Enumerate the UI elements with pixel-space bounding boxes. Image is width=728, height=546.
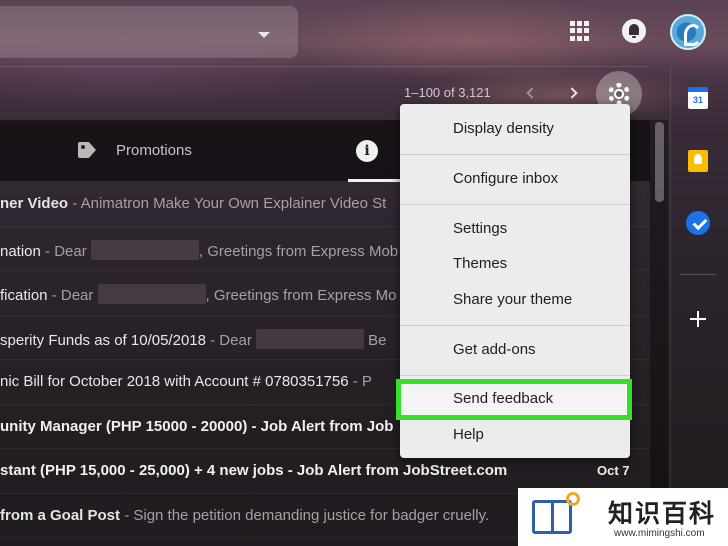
- lightbulb-icon: [566, 492, 580, 506]
- email-snippet: - P: [348, 373, 372, 390]
- menu-item-share-your-theme[interactable]: Share your theme: [453, 291, 572, 308]
- email-text: from a Goal Post - Sign the petition dem…: [0, 507, 489, 524]
- redacted-name: [97, 284, 206, 304]
- email-subject: unity Manager (PHP 15000 - 20000) - Job …: [0, 417, 394, 435]
- email-subject: nation: [0, 242, 41, 260]
- watermark-title: 知识百科: [608, 499, 717, 528]
- email-text: sperity Funds as of 10/05/2018 - Dear Be: [0, 328, 387, 349]
- email-subject: fication: [0, 287, 48, 304]
- menu-item-configure-inbox[interactable]: Configure inbox: [453, 170, 558, 187]
- email-sender: ner Video: [0, 195, 69, 212]
- scrollbar-thumb[interactable]: [655, 122, 664, 202]
- email-snippet: - Dear: [40, 242, 91, 260]
- pagination-range: 1–100 of 3,121: [404, 85, 491, 100]
- book-icon: [532, 500, 572, 534]
- email-snippet: - Dear: [205, 331, 256, 349]
- menu-divider: [400, 204, 630, 205]
- email-date: Oct 7: [597, 463, 630, 478]
- gear-icon: [608, 83, 630, 105]
- account-avatar[interactable]: [670, 14, 706, 50]
- redacted-name: [255, 328, 364, 349]
- email-snippet: Be: [363, 331, 387, 349]
- notifications-bell-icon[interactable]: [622, 19, 646, 43]
- search-options-caret-icon[interactable]: [258, 32, 270, 38]
- email-sender: from a Goal Post: [0, 506, 121, 524]
- redacted-name: [90, 239, 199, 260]
- email-snippet: - Sign the petition demanding justice fo…: [120, 506, 490, 524]
- side-panel: [670, 66, 728, 546]
- keep-icon[interactable]: [688, 150, 708, 172]
- email-snippet: , Greetings from Express Mob: [198, 242, 399, 260]
- email-snippet: , Greetings from Express Mo: [205, 287, 397, 304]
- email-subject: stant (PHP 15,000 - 25,000) + 4 new jobs…: [0, 462, 508, 479]
- side-panel-divider: [680, 274, 716, 275]
- email-text: ner Video - Animatron Make Your Own Expl…: [0, 195, 386, 212]
- menu-item-themes[interactable]: Themes: [453, 255, 507, 272]
- email-text: nation - Dear , Greetings from Express M…: [0, 239, 399, 260]
- calendar-icon[interactable]: 31: [688, 87, 708, 109]
- email-text: fication - Dear , Greetings from Express…: [0, 284, 396, 304]
- menu-item-settings[interactable]: Settings: [453, 220, 507, 237]
- email-subject: sperity Funds as of 10/05/2018: [0, 331, 206, 349]
- email-snippet: - Animatron Make Your Own Explainer Vide…: [68, 195, 387, 212]
- tasks-icon[interactable]: [686, 211, 710, 235]
- send-feedback-highlight[interactable]: Send feedback: [396, 379, 632, 420]
- google-apps-icon[interactable]: [570, 21, 590, 41]
- menu-item-display-density[interactable]: Display density: [453, 120, 554, 137]
- email-text: nic Bill for October 2018 with Account #…: [0, 373, 372, 390]
- menu-divider: [400, 325, 630, 326]
- menu-divider: [400, 154, 630, 155]
- email-subject: nic Bill for October 2018 with Account #…: [0, 373, 349, 390]
- info-icon[interactable]: i: [356, 140, 378, 162]
- menu-item-send-feedback[interactable]: Send feedback: [453, 390, 553, 407]
- menu-divider: [400, 375, 630, 376]
- search-bar[interactable]: [0, 6, 298, 58]
- get-addons-plus-icon[interactable]: [688, 309, 708, 329]
- email-snippet: - Dear: [47, 287, 98, 304]
- tab-promotions[interactable]: Promotions: [116, 142, 192, 159]
- menu-item-help[interactable]: Help: [453, 426, 484, 443]
- menu-item-get-addons[interactable]: Get add-ons: [453, 341, 536, 358]
- watermark-url: www.mimingshi.com: [614, 528, 705, 539]
- toolbar-divider: [0, 66, 648, 67]
- watermark-logo: 知识百科 www.mimingshi.com: [518, 488, 728, 546]
